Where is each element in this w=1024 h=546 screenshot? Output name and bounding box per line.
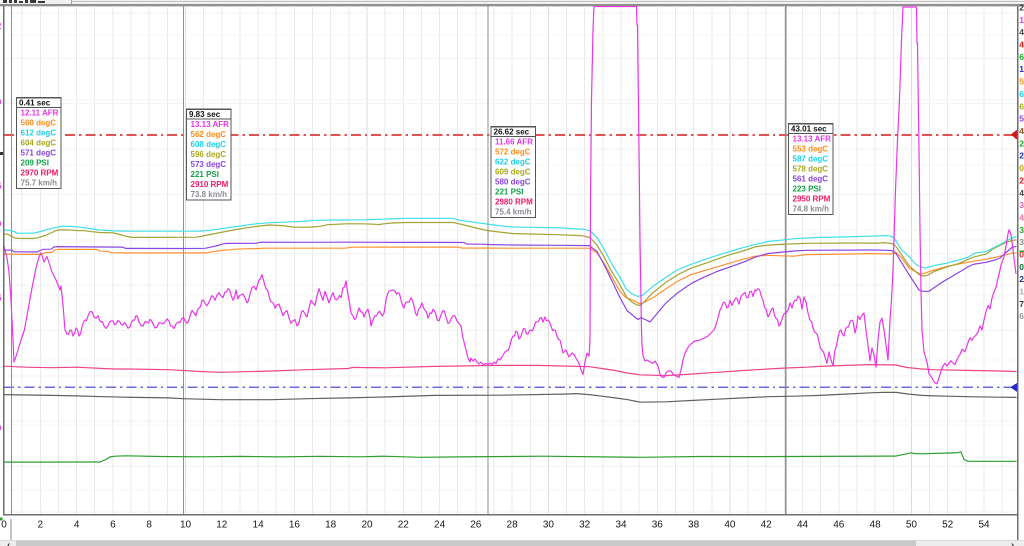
svg-text:4: 4 bbox=[1019, 27, 1024, 37]
svg-text:74.8 km/h: 74.8 km/h bbox=[793, 205, 830, 214]
svg-text:209 PSI: 209 PSI bbox=[21, 159, 49, 168]
svg-text:2970 RPM: 2970 RPM bbox=[21, 169, 59, 178]
svg-text:6: 6 bbox=[1019, 89, 1024, 99]
svg-text:32: 32 bbox=[579, 520, 591, 531]
svg-text:2: 2 bbox=[38, 520, 44, 531]
svg-text:622 degC: 622 degC bbox=[495, 158, 531, 167]
svg-text:42: 42 bbox=[761, 520, 773, 531]
svg-text:2980 RPM: 2980 RPM bbox=[495, 198, 533, 207]
svg-text:596 degC: 596 degC bbox=[191, 150, 227, 159]
svg-text:34: 34 bbox=[615, 520, 627, 531]
svg-text:221 PSI: 221 PSI bbox=[495, 188, 523, 197]
svg-text:2: 2 bbox=[1019, 274, 1024, 284]
svg-text:5: 5 bbox=[1019, 77, 1024, 87]
svg-text:561 degC: 561 degC bbox=[793, 175, 829, 184]
svg-text:8: 8 bbox=[146, 520, 152, 531]
svg-text:12: 12 bbox=[216, 520, 228, 531]
svg-text:571 degC: 571 degC bbox=[21, 149, 57, 158]
svg-text:5: 5 bbox=[1019, 114, 1024, 124]
svg-text:223 PSI: 223 PSI bbox=[793, 185, 821, 194]
svg-text:46: 46 bbox=[833, 520, 845, 531]
svg-text:2: 2 bbox=[1019, 175, 1024, 185]
svg-text:16: 16 bbox=[289, 520, 301, 531]
svg-text:2: 2 bbox=[1019, 138, 1024, 148]
svg-text:5: 5 bbox=[0, 181, 1, 191]
svg-text:0: 0 bbox=[0, 423, 1, 433]
svg-text:1: 1 bbox=[1019, 64, 1024, 74]
svg-text:50: 50 bbox=[906, 520, 918, 531]
svg-text:6: 6 bbox=[1019, 101, 1024, 111]
svg-text:612 degC: 612 degC bbox=[21, 129, 57, 138]
svg-text:75.7 km/h: 75.7 km/h bbox=[21, 179, 58, 188]
svg-text:11.66 AFR: 11.66 AFR bbox=[495, 138, 533, 147]
svg-text:604 degC: 604 degC bbox=[21, 139, 57, 148]
svg-text:73.8 km/h: 73.8 km/h bbox=[191, 190, 228, 199]
svg-text:52: 52 bbox=[942, 520, 954, 531]
svg-text:4: 4 bbox=[74, 520, 80, 531]
svg-text:1: 1 bbox=[1019, 15, 1024, 25]
svg-text:43.01 sec: 43.01 sec bbox=[791, 124, 827, 133]
svg-text:13.13 AFR: 13.13 AFR bbox=[191, 120, 230, 129]
svg-text:›: › bbox=[1011, 540, 1014, 546]
svg-text:5: 5 bbox=[0, 293, 1, 303]
svg-text:38: 38 bbox=[688, 520, 700, 531]
svg-text:4: 4 bbox=[1019, 40, 1024, 50]
svg-text:18: 18 bbox=[325, 520, 337, 531]
svg-text:0: 0 bbox=[1, 520, 7, 531]
svg-text:3: 3 bbox=[1019, 237, 1024, 247]
svg-text:28: 28 bbox=[507, 520, 519, 531]
svg-text:562 degC: 562 degC bbox=[191, 130, 227, 139]
svg-text:22: 22 bbox=[398, 520, 410, 531]
svg-text:573 degC: 573 degC bbox=[191, 160, 227, 169]
svg-text:4: 4 bbox=[1019, 188, 1024, 198]
svg-text:6: 6 bbox=[1019, 52, 1024, 62]
svg-text:2: 2 bbox=[0, 21, 1, 31]
svg-text:14: 14 bbox=[253, 520, 265, 531]
svg-text:26: 26 bbox=[470, 520, 482, 531]
svg-text:30: 30 bbox=[543, 520, 555, 531]
svg-text:10: 10 bbox=[180, 520, 192, 531]
svg-text:0.41 sec: 0.41 sec bbox=[19, 98, 51, 107]
svg-text:7: 7 bbox=[1019, 299, 1024, 309]
svg-text:560 degC: 560 degC bbox=[21, 119, 57, 128]
svg-text:2910 RPM: 2910 RPM bbox=[191, 180, 229, 189]
svg-text:75.4 km/h: 75.4 km/h bbox=[495, 208, 532, 217]
svg-text:572 degC: 572 degC bbox=[495, 148, 531, 157]
svg-text:3: 3 bbox=[1019, 200, 1024, 210]
svg-text:36: 36 bbox=[652, 520, 664, 531]
svg-text:0: 0 bbox=[1019, 262, 1024, 272]
svg-text:48: 48 bbox=[870, 520, 882, 531]
svg-text:54: 54 bbox=[978, 520, 990, 531]
svg-text:2: 2 bbox=[1019, 151, 1024, 161]
svg-text:608 degC: 608 degC bbox=[191, 140, 227, 149]
svg-text:0: 0 bbox=[0, 219, 1, 229]
svg-text:12.11 AFR: 12.11 AFR bbox=[21, 109, 59, 118]
svg-text:20: 20 bbox=[361, 520, 373, 531]
svg-text:9.83 sec: 9.83 sec bbox=[189, 110, 221, 119]
svg-text:6: 6 bbox=[1019, 311, 1024, 321]
svg-text:0: 0 bbox=[1019, 163, 1024, 173]
svg-text:3: 3 bbox=[1019, 225, 1024, 235]
svg-text:4: 4 bbox=[1019, 212, 1024, 222]
svg-text:553 degC: 553 degC bbox=[793, 145, 829, 154]
svg-text:1: 1 bbox=[1019, 287, 1024, 297]
svg-text:44: 44 bbox=[797, 520, 809, 531]
svg-text:221 PSI: 221 PSI bbox=[191, 170, 219, 179]
svg-text:609 degC: 609 degC bbox=[495, 168, 531, 177]
svg-text:2: 2 bbox=[1019, 3, 1024, 13]
svg-text:4: 4 bbox=[1019, 126, 1024, 136]
svg-text:0: 0 bbox=[0, 97, 1, 107]
svg-text:13.13 AFR: 13.13 AFR bbox=[793, 135, 832, 144]
svg-text:6: 6 bbox=[110, 520, 116, 531]
svg-text:24: 24 bbox=[434, 520, 446, 531]
svg-text:40: 40 bbox=[724, 520, 736, 531]
svg-text:26.62 sec: 26.62 sec bbox=[494, 127, 530, 136]
svg-text:587 degC: 587 degC bbox=[793, 155, 829, 164]
svg-text:2950 RPM: 2950 RPM bbox=[793, 195, 831, 204]
svg-text:‹: ‹ bbox=[7, 540, 10, 546]
svg-text:578 degC: 578 degC bbox=[793, 165, 829, 174]
svg-text:580 degC: 580 degC bbox=[495, 178, 531, 187]
